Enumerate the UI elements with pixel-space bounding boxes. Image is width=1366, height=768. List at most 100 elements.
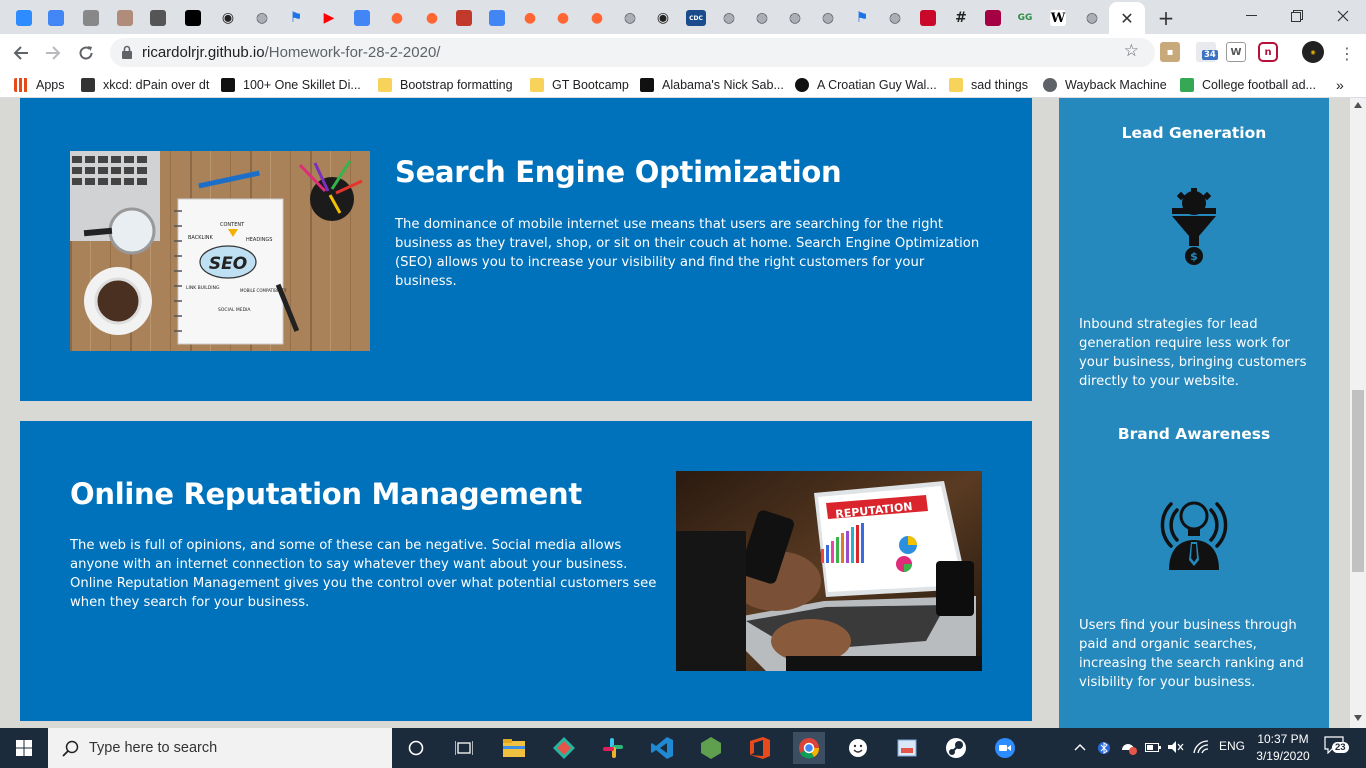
url-text[interactable]: ricardolrjr.github.io/Homework-for-28-2-…	[142, 44, 440, 61]
back-button[interactable]	[10, 42, 32, 64]
start-button[interactable]	[0, 728, 48, 768]
browser-tab[interactable]: ●	[515, 4, 545, 32]
address-bar[interactable]: ricardolrjr.github.io/Homework-for-28-2-…	[110, 38, 1155, 67]
office-button[interactable]	[744, 732, 776, 764]
clock-date: 3/19/2020	[1256, 749, 1310, 763]
bookmark-label: xkcd: dPain over dt	[103, 78, 210, 92]
browser-tab[interactable]: ◍	[747, 4, 777, 32]
nodejs-icon	[701, 737, 721, 759]
system-clock[interactable]: 10:37 PM 3/19/2020	[1252, 731, 1314, 765]
browser-tab[interactable]: ●	[382, 4, 412, 32]
security-alert-icon[interactable]	[1120, 740, 1138, 756]
zoom-icon	[16, 10, 32, 26]
browser-tab[interactable]: W	[1043, 4, 1073, 32]
cortana-button[interactable]	[400, 732, 432, 764]
zoom-button[interactable]	[989, 732, 1021, 764]
reload-button[interactable]	[75, 42, 97, 64]
extension-calendar-icon[interactable]: 34	[1196, 42, 1218, 62]
browser-tab[interactable]: ◍	[780, 4, 810, 32]
page-scrollbar[interactable]	[1350, 98, 1366, 728]
browser-tab[interactable]: ●	[582, 4, 612, 32]
new-tab-button[interactable]: +	[1156, 6, 1176, 30]
active-tab[interactable]: ✕	[1109, 2, 1145, 34]
browser-tab[interactable]	[9, 4, 39, 32]
browser-tab[interactable]: ◍	[880, 4, 910, 32]
browser-tab[interactable]: ▶	[314, 4, 344, 32]
battery-icon[interactable]	[1145, 742, 1161, 753]
bookmark-item[interactable]: A Croatian Guy Wal...	[795, 76, 937, 94]
gitkraken-button[interactable]	[548, 732, 580, 764]
browser-tab[interactable]: ◉	[648, 4, 678, 32]
browser-menu-button[interactable]: ⋮	[1336, 42, 1358, 64]
browser-tab[interactable]	[347, 4, 377, 32]
steam-button[interactable]	[940, 732, 972, 764]
extension-w-icon[interactable]: W	[1226, 42, 1246, 62]
bookmark-item[interactable]: Apps	[14, 76, 65, 94]
bluetooth-icon[interactable]	[1098, 740, 1110, 756]
browser-tab[interactable]: ●	[417, 4, 447, 32]
url-path: /Homework-for-28-2-2020/	[264, 44, 441, 61]
browser-tab[interactable]: ●	[548, 4, 578, 32]
scrollbar-thumb[interactable]	[1352, 390, 1364, 572]
browser-tab[interactable]: ◍	[615, 4, 645, 32]
close-window-button[interactable]	[1320, 4, 1366, 28]
taskbar-search-box[interactable]: Type here to search	[48, 728, 392, 768]
browser-tab[interactable]: ◍	[247, 4, 277, 32]
wifi-icon[interactable]	[1193, 740, 1209, 754]
chrome-button[interactable]	[793, 732, 825, 764]
profile-avatar[interactable]: ◉	[1302, 41, 1324, 63]
browser-tab[interactable]: ◍	[1077, 4, 1107, 32]
bookmark-item[interactable]: GT Bootcamp	[530, 76, 629, 94]
browser-tab[interactable]: ⚑	[281, 4, 311, 32]
bookmark-item[interactable]: 100+ One Skillet Di...	[221, 76, 361, 94]
browser-tab[interactable]: ◍	[714, 4, 744, 32]
task-view-button[interactable]	[448, 732, 480, 764]
notification-center-button[interactable]: 23	[1324, 736, 1350, 760]
browser-tab[interactable]: ◍	[813, 4, 843, 32]
scroll-down-icon[interactable]	[1354, 715, 1362, 721]
tray-expand-icon[interactable]	[1074, 743, 1086, 751]
browser-tab[interactable]: ⚑	[847, 4, 877, 32]
browser-tab[interactable]: #	[946, 4, 976, 32]
emoji-app-button[interactable]	[842, 732, 874, 764]
browser-tab[interactable]	[143, 4, 173, 32]
paint-button[interactable]	[891, 732, 923, 764]
forward-button[interactable]	[42, 42, 64, 64]
browser-tab[interactable]	[913, 4, 943, 32]
node-button[interactable]	[695, 732, 727, 764]
bookmark-item[interactable]: Bootstrap formatting	[378, 76, 513, 94]
drop-icon	[795, 78, 809, 92]
windows-logo-icon	[16, 740, 32, 756]
browser-tab[interactable]: GG	[1010, 4, 1040, 32]
language-indicator[interactable]: ENG	[1219, 739, 1245, 753]
maximize-button[interactable]	[1274, 4, 1320, 28]
reddit-icon: ●	[425, 10, 439, 26]
scroll-up-icon[interactable]	[1354, 102, 1362, 108]
slack-button[interactable]	[597, 732, 629, 764]
minimize-icon	[1245, 15, 1257, 16]
extension-briefcase-icon[interactable]: ▪	[1160, 42, 1180, 62]
hashtag-icon: #	[955, 10, 967, 26]
vscode-button[interactable]	[646, 732, 678, 764]
volume-muted-icon[interactable]	[1168, 740, 1184, 754]
file-explorer-button[interactable]	[498, 732, 530, 764]
browser-tab[interactable]	[110, 4, 140, 32]
browser-tab[interactable]: CDC	[681, 4, 711, 32]
browser-tab[interactable]	[41, 4, 71, 32]
browser-tab[interactable]	[178, 4, 208, 32]
bookmark-item[interactable]: sad things	[949, 76, 1028, 94]
browser-tab[interactable]	[978, 4, 1008, 32]
extension-n-icon[interactable]: n	[1258, 42, 1278, 62]
bookmark-star-icon[interactable]: ☆	[1124, 41, 1139, 61]
browser-tab[interactable]	[449, 4, 479, 32]
close-tab-icon[interactable]: ✕	[1120, 9, 1133, 28]
bookmark-item[interactable]: Wayback Machine	[1043, 76, 1167, 94]
bookmark-item[interactable]: xkcd: dPain over dt	[81, 76, 209, 94]
minimize-button[interactable]	[1228, 4, 1274, 28]
browser-tab[interactable]	[482, 4, 512, 32]
bookmark-item[interactable]: Alabama's Nick Sab...	[640, 76, 784, 94]
browser-tab[interactable]: ◉	[213, 4, 243, 32]
browser-tab[interactable]	[76, 4, 106, 32]
bookmarks-more-button[interactable]: »	[1336, 76, 1344, 94]
bookmark-item[interactable]: College football ad...	[1180, 76, 1316, 94]
